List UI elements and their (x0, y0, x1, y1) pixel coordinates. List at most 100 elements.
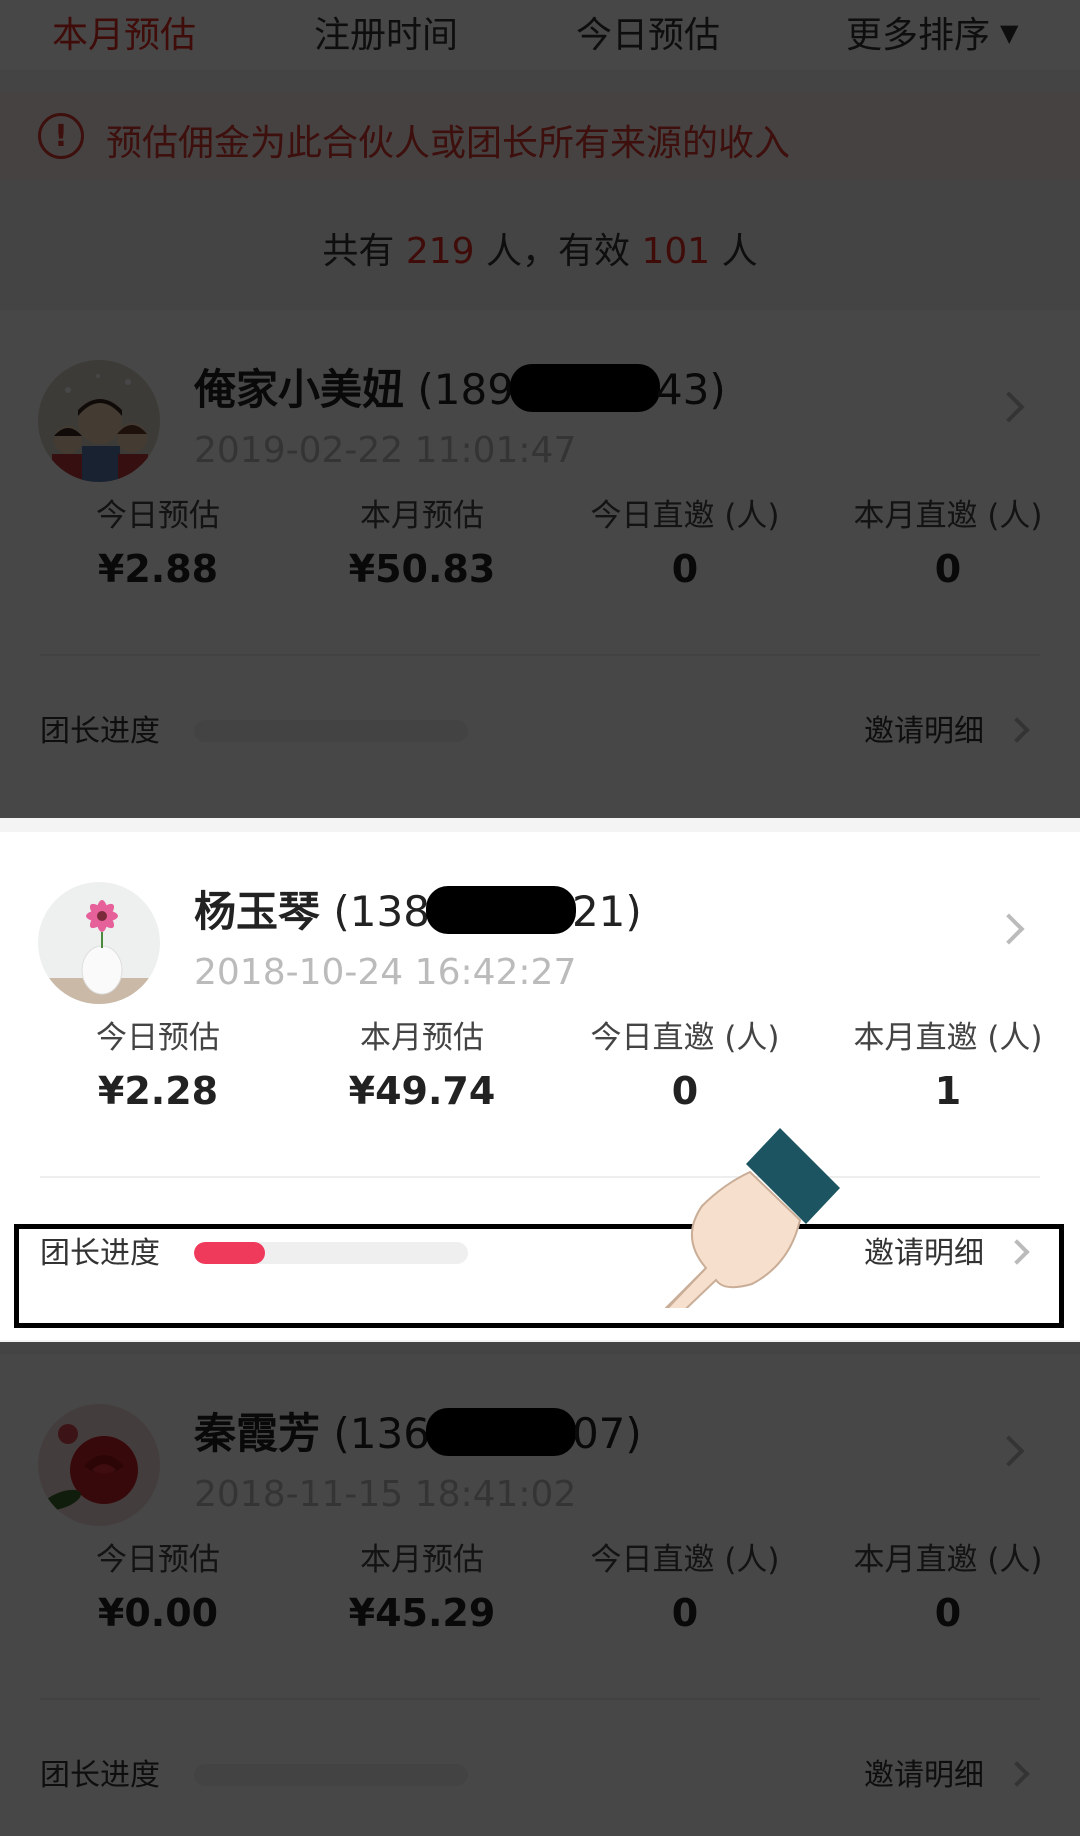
stat-value: ¥49.74 (348, 1069, 496, 1113)
stat-value: 0 (934, 547, 962, 591)
stat-label: 本月预估 (360, 1020, 484, 1056)
stat-value: 1 (934, 1069, 962, 1113)
member-stats: 今日预估 ¥0.00 本月预估 ¥45.29 今日直邀 (人) 0 本月直邀 (人) 0 (0, 1534, 1080, 1654)
member-name: 杨玉琴 (194, 887, 321, 936)
stat-label: 本月预估 (360, 1542, 484, 1578)
stat-today-estimate: 今日预估 ¥2.88 (26, 490, 290, 591)
member-stats: 今日预估 ¥2.28 本月预估 ¥49.74 今日直邀 (人) 0 本月直邀 (人) 1 (0, 1012, 1080, 1132)
stat-month-estimate: 本月预估 ¥45.29 (290, 1534, 554, 1635)
stat-value: ¥50.83 (348, 547, 496, 591)
stat-month-invites: 本月直邀 (人) 1 (816, 1012, 1080, 1113)
avatar (38, 360, 160, 482)
phone-suffix: 07) (571, 1409, 642, 1458)
stat-label: 今日直邀 (人) (590, 498, 780, 534)
register-time: 2018-11-15 18:41:02 (194, 1474, 577, 1515)
stat-value: 0 (934, 1591, 962, 1635)
stat-today-invites: 今日直邀 (人) 0 (553, 490, 817, 591)
member-summary: 共有 219 人，有效 101 人 (0, 222, 1080, 274)
stat-month-estimate: 本月预估 ¥49.74 (290, 1012, 554, 1113)
member-card[interactable]: 秦霞芳 (136 07) 2018-11-15 18:41:02 今日预估 ¥0.0… (0, 1354, 1080, 1836)
stat-today-estimate: 今日预估 ¥0.00 (26, 1534, 290, 1635)
stat-value: 0 (671, 1069, 699, 1113)
sort-tab-register-time[interactable]: 注册时间 (314, 6, 458, 58)
avatar (38, 882, 160, 1004)
stat-label: 今日预估 (96, 1020, 220, 1056)
progress-bar (194, 1242, 468, 1264)
member-stats: 今日预估 ¥2.88 本月预估 ¥50.83 今日直邀 (人) 0 本月直邀 (人) 0 (0, 490, 1080, 610)
phone-prefix: (136 (333, 1409, 430, 1458)
register-time: 2019-02-22 11:01:47 (194, 430, 577, 471)
cartoon-family-avatar-icon (38, 360, 160, 482)
member-card[interactable]: 俺家小美妞 (189 43) 2019-02-22 11:01:47 今日预估 ¥2… (0, 310, 1080, 818)
stat-today-invites: 今日直邀 (人) 0 (553, 1534, 817, 1635)
phone-redaction (509, 364, 660, 412)
summary-prefix: 共有 (322, 231, 395, 272)
stat-label: 今日预估 (96, 498, 220, 534)
stat-today-invites: 今日直邀 (人) 0 (553, 1012, 817, 1113)
commission-notice: ! 预估佣金为此合伙人或团长所有来源的收入 (0, 92, 1080, 180)
invite-detail-link[interactable]: 邀请明细 (864, 706, 984, 750)
stat-month-invites: 本月直邀 (人) 0 (816, 1534, 1080, 1635)
progress-bar (194, 1764, 468, 1786)
divider (40, 654, 1040, 656)
chevron-right-icon[interactable] (993, 913, 1025, 945)
sort-bar: 本月预估 注册时间 今日预估 更多排序 ▼ (0, 0, 1080, 70)
sort-tab-monthly-estimate[interactable]: 本月预估 (52, 6, 196, 58)
stat-today-estimate: 今日预估 ¥2.28 (26, 1012, 290, 1113)
member-card[interactable]: 杨玉琴 (138 21) 2018-10-24 16:42:27 今日预估 ¥2.2… (0, 832, 1080, 1340)
chevron-right-icon[interactable] (993, 391, 1025, 423)
stat-label: 今日直邀 (人) (590, 1542, 780, 1578)
chevron-right-icon[interactable] (1004, 1761, 1030, 1787)
leader-progress-row[interactable]: 团长进度 邀请明细 (0, 1198, 1080, 1298)
stat-label: 本月直邀 (人) (853, 498, 1043, 534)
member-name: 秦霞芳 (194, 1409, 321, 1458)
notice-text: 预估佣金为此合伙人或团长所有来源的收入 (106, 123, 791, 164)
stat-month-estimate: 本月预估 ¥50.83 (290, 490, 554, 591)
summary-valid-count: 101 (641, 231, 711, 272)
summary-suffix: 人 (721, 231, 758, 272)
chevron-right-icon[interactable] (1004, 1239, 1030, 1265)
pink-flower-vase-avatar-icon (38, 882, 160, 1004)
member-name-line: 俺家小美妞 (189 43) (194, 356, 726, 417)
leader-progress-row: 团长进度 邀请明细 (0, 676, 1080, 776)
stat-label: 今日直邀 (人) (590, 1020, 780, 1056)
stat-label: 本月直邀 (人) (853, 1542, 1043, 1578)
member-name-line: 杨玉琴 (138 21) (194, 878, 642, 939)
more-sort-label: 更多排序 (846, 15, 991, 56)
phone-suffix: 43) (655, 365, 726, 414)
stat-label: 本月直邀 (人) (853, 1020, 1043, 1056)
stat-value: 0 (671, 547, 699, 591)
progress-label: 团长进度 (40, 714, 160, 749)
progress-label: 团长进度 (40, 1236, 160, 1271)
summary-total-count: 219 (405, 231, 475, 272)
stat-value: ¥2.28 (97, 1069, 219, 1113)
stat-value: ¥2.88 (97, 547, 219, 591)
caret-down-icon: ▼ (1000, 19, 1019, 47)
stat-value: ¥0.00 (97, 1591, 219, 1635)
member-name-line: 秦霞芳 (136 07) (194, 1400, 642, 1461)
register-time: 2018-10-24 16:42:27 (194, 952, 577, 993)
sort-tab-more-sort[interactable]: 更多排序 ▼ (846, 6, 1018, 58)
stat-value: ¥45.29 (348, 1591, 496, 1635)
avatar (38, 1404, 160, 1526)
stat-label: 本月预估 (360, 498, 484, 534)
stat-value: 0 (671, 1591, 699, 1635)
sort-tab-today-estimate[interactable]: 今日预估 (576, 6, 720, 58)
progress-label: 团长进度 (40, 1758, 160, 1793)
chevron-right-icon[interactable] (993, 1435, 1025, 1467)
phone-prefix: (138 (333, 887, 430, 936)
divider (40, 1176, 1040, 1178)
chevron-right-icon[interactable] (1004, 717, 1030, 743)
member-name: 俺家小美妞 (194, 365, 405, 414)
red-rose-avatar-icon (38, 1404, 160, 1526)
invite-detail-link[interactable]: 邀请明细 (864, 1228, 984, 1272)
invite-detail-link[interactable]: 邀请明细 (864, 1750, 984, 1794)
stat-month-invites: 本月直邀 (人) 0 (816, 490, 1080, 591)
phone-redaction (425, 886, 576, 934)
stat-label: 今日预估 (96, 1542, 220, 1578)
leader-progress-row: 团长进度 邀请明细 (0, 1720, 1080, 1820)
progress-fill (194, 1242, 266, 1264)
progress-bar (194, 720, 468, 742)
summary-mid: 人，有效 (485, 231, 630, 272)
exclamation-circle-icon: ! (38, 113, 84, 159)
